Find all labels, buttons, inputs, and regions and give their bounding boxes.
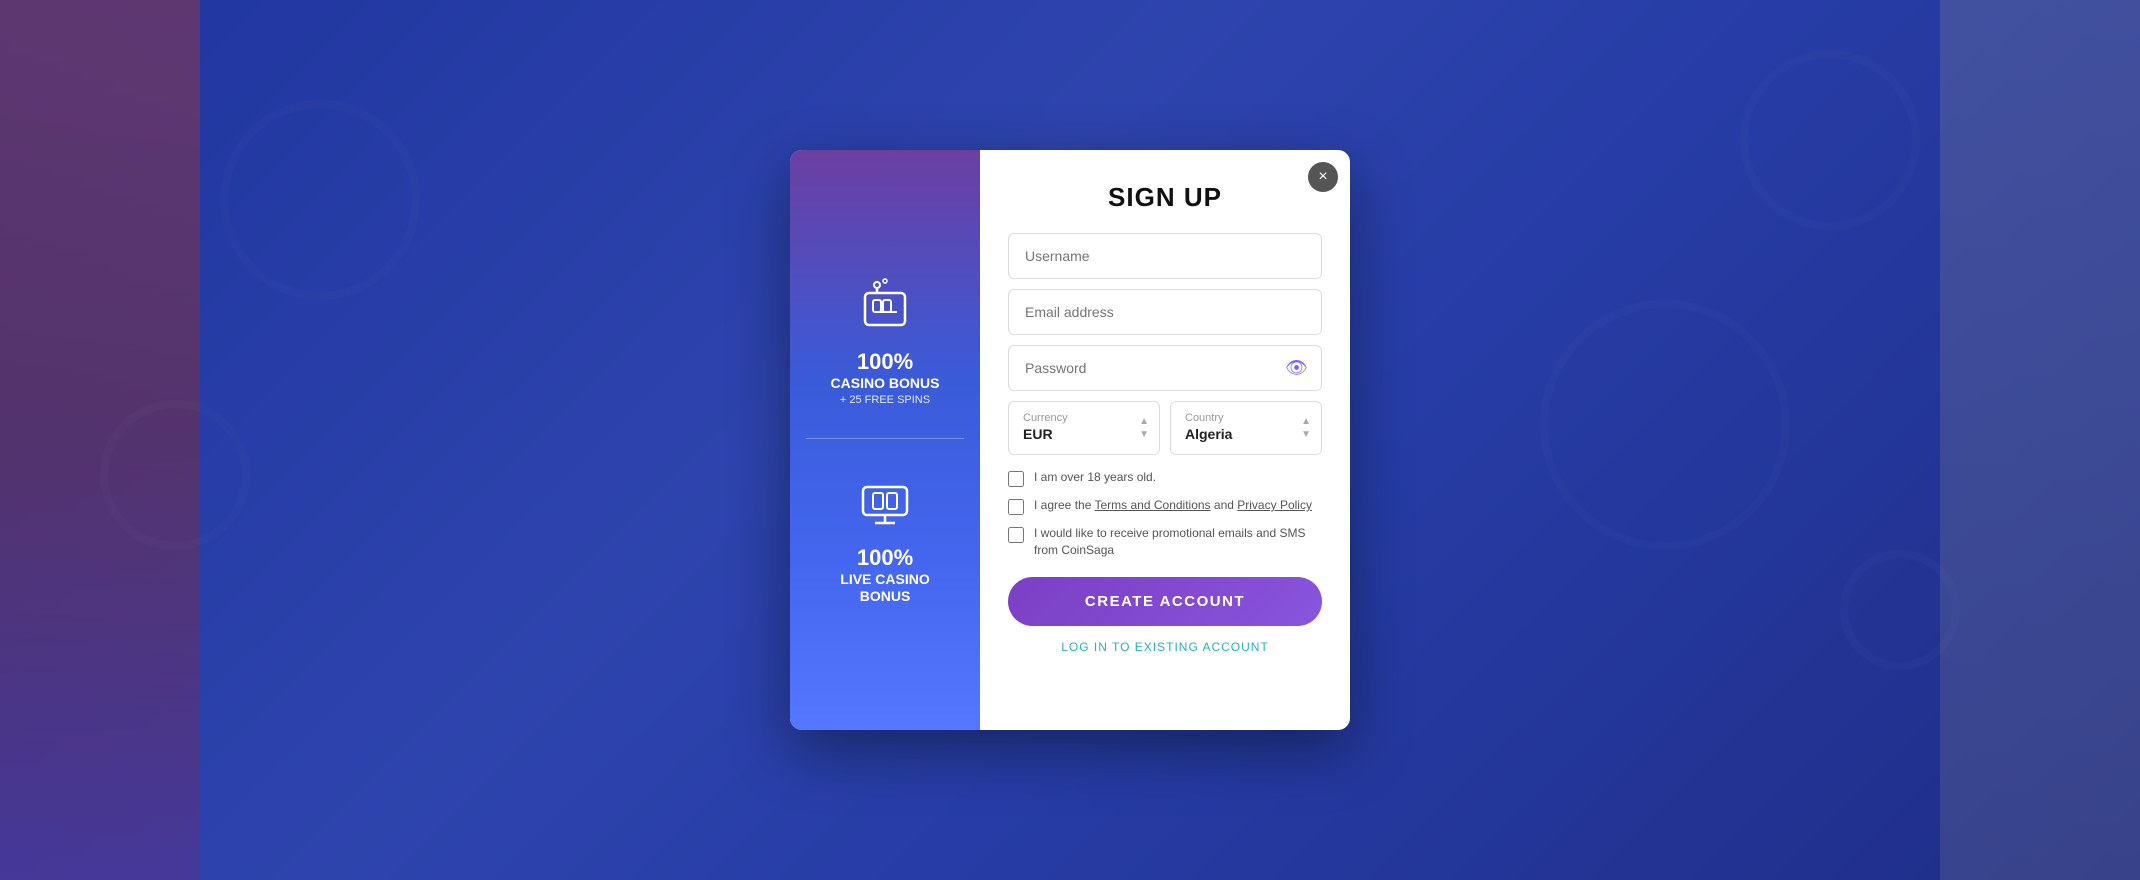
currency-arrows: ▲ ▼ bbox=[1139, 416, 1149, 440]
casino-bonus-block: 100% CASINO BONUS + 25 FREE SPINS bbox=[831, 275, 940, 406]
age-checkbox-row: I am over 18 years old. bbox=[1008, 469, 1322, 487]
casino-bonus-percent: 100% bbox=[857, 349, 913, 375]
age-checkbox[interactable] bbox=[1008, 471, 1024, 487]
terms-pre-text: I agree the bbox=[1034, 498, 1095, 512]
country-label: Country bbox=[1185, 412, 1307, 424]
terms-checkbox[interactable] bbox=[1008, 499, 1024, 515]
currency-value: EUR bbox=[1023, 426, 1053, 442]
live-casino-subtitle: BONUS bbox=[860, 588, 911, 605]
login-link[interactable]: LOG IN TO EXISTING ACCOUNT bbox=[1008, 640, 1322, 654]
password-input[interactable] bbox=[1008, 345, 1322, 391]
email-input[interactable] bbox=[1008, 289, 1322, 335]
slot-machine-icon bbox=[853, 275, 917, 339]
country-arrow-down: ▼ bbox=[1301, 429, 1311, 440]
modal-left-panel: 100% CASINO BONUS + 25 FREE SPINS 100% L… bbox=[790, 150, 980, 730]
currency-select[interactable]: Currency EUR ▲ ▼ bbox=[1008, 401, 1160, 455]
age-checkbox-label: I am over 18 years old. bbox=[1034, 469, 1156, 486]
country-arrow-up: ▲ bbox=[1301, 416, 1311, 427]
promo-checkbox-label: I would like to receive promotional emai… bbox=[1034, 525, 1322, 559]
country-value: Algeria bbox=[1185, 426, 1232, 442]
password-wrapper: 👁 bbox=[1008, 345, 1322, 391]
create-account-button[interactable]: CREATE ACCOUNT bbox=[1008, 577, 1322, 626]
country-select[interactable]: Country Algeria ▲ ▼ bbox=[1170, 401, 1322, 455]
modal-right-panel: SIGN UP 👁 Currency EUR ▲ ▼ Country Alger… bbox=[980, 150, 1350, 730]
live-casino-bonus-block: 100% LIVE CASINO BONUS bbox=[840, 471, 929, 605]
close-button[interactable]: × bbox=[1308, 162, 1338, 192]
selects-row: Currency EUR ▲ ▼ Country Algeria ▲ ▼ bbox=[1008, 401, 1322, 455]
promo-checkbox[interactable] bbox=[1008, 527, 1024, 543]
terms-checkbox-row: I agree the Terms and Conditions and Pri… bbox=[1008, 497, 1322, 515]
privacy-link[interactable]: Privacy Policy bbox=[1237, 498, 1312, 512]
signup-modal: × 100% CASINO BONUS + 25 FREE SPINS bbox=[790, 150, 1350, 730]
currency-arrow-up: ▲ bbox=[1139, 416, 1149, 427]
signup-title: SIGN UP bbox=[1008, 182, 1322, 213]
country-arrows: ▲ ▼ bbox=[1301, 416, 1311, 440]
live-casino-icon bbox=[853, 471, 917, 535]
checkboxes-group: I am over 18 years old. I agree the Term… bbox=[1008, 469, 1322, 559]
terms-link[interactable]: Terms and Conditions bbox=[1095, 498, 1211, 512]
live-casino-percent: 100% bbox=[857, 545, 913, 571]
bonus-divider bbox=[806, 438, 964, 439]
promo-checkbox-row: I would like to receive promotional emai… bbox=[1008, 525, 1322, 559]
casino-bonus-subtitle: + 25 FREE SPINS bbox=[840, 394, 930, 406]
casino-bonus-title: CASINO BONUS bbox=[831, 375, 940, 392]
terms-mid-text: and bbox=[1211, 498, 1238, 512]
currency-label: Currency bbox=[1023, 412, 1145, 424]
toggle-password-icon[interactable]: 👁 bbox=[1285, 358, 1308, 379]
username-input[interactable] bbox=[1008, 233, 1322, 279]
currency-arrow-down: ▼ bbox=[1139, 429, 1149, 440]
live-casino-title: LIVE CASINO bbox=[840, 571, 929, 588]
terms-checkbox-label: I agree the Terms and Conditions and Pri… bbox=[1034, 497, 1312, 514]
